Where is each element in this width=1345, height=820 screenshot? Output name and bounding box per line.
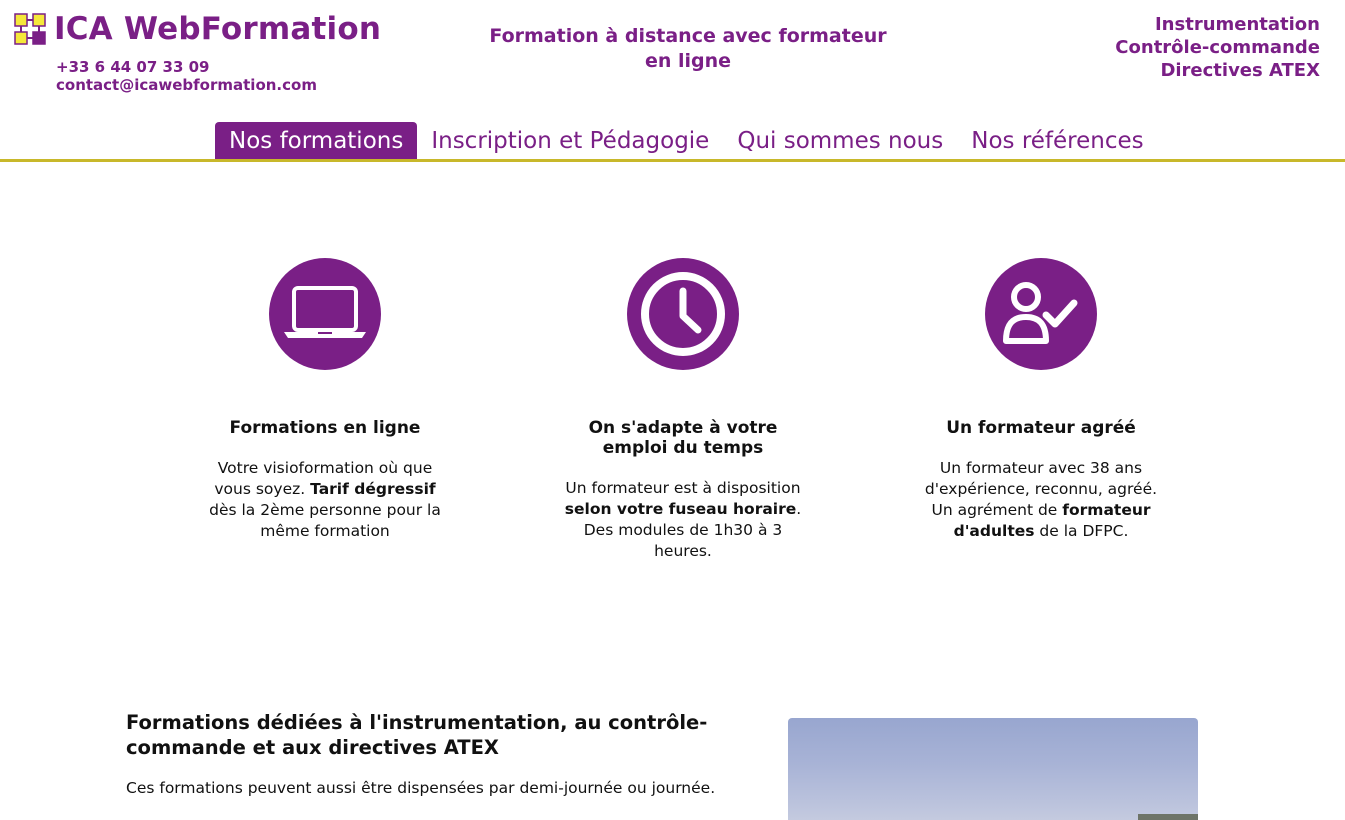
- nav-item-nos-references[interactable]: Nos références: [957, 122, 1157, 159]
- dedicated-trainings-section: Formations dédiées à l'instrumentation, …: [126, 710, 776, 799]
- industrial-photo: [788, 718, 1198, 820]
- domain-controle-commande: Contrôle-commande: [1115, 37, 1320, 58]
- feature-text-part: Un formateur est à disposition: [565, 479, 801, 497]
- feature-description: Un formateur est à disposition selon vot…: [558, 478, 808, 562]
- tagline-line-2: en ligne: [644, 50, 732, 72]
- feature-text-part: Un agrément de: [931, 501, 1063, 519]
- logo-text: ICA WebFormation: [54, 11, 382, 47]
- feature-description: Votre visioformation où que vous soyez. …: [200, 458, 450, 542]
- nav-item-qui-sommes-nous[interactable]: Qui sommes nous: [723, 122, 957, 159]
- laptop-icon: [284, 286, 366, 338]
- feature-text-line: Des modules de 1h30 à 3 heures.: [583, 521, 783, 560]
- feature-title: Formations en ligne: [229, 418, 421, 438]
- feature-text-bold: Tarif dégressif: [310, 480, 436, 498]
- nav-item-nos-formations[interactable]: Nos formations: [215, 122, 418, 159]
- feature-schedule: On s'adapte à votre emploi du temps Un f…: [558, 258, 808, 562]
- feature-text-line: Un formateur avec 38 ans d'expérience, r…: [924, 459, 1158, 498]
- email-link[interactable]: contact@icawebformation.com: [56, 76, 317, 94]
- feature-icon-circle: [269, 258, 381, 370]
- tagline-line-1: Formation à distance avec formateur: [489, 25, 887, 47]
- domain-atex: Directives ATEX: [1160, 60, 1320, 81]
- logo[interactable]: ICA WebFormation: [14, 11, 381, 47]
- tagline: Formation à distance avec formateur en l…: [488, 24, 888, 74]
- feature-online: Formations en ligne Votre visioformation…: [200, 258, 450, 542]
- domain-instrumentation: Instrumentation: [1154, 14, 1320, 35]
- feature-text-bold: selon votre fuseau horaire: [564, 500, 797, 518]
- feature-certified-trainer: Un formateur agréé Un formateur avec 38 …: [916, 258, 1166, 542]
- feature-text-line: Un formateur est à disposition selon vot…: [558, 478, 808, 520]
- feature-title: Un formateur agréé: [946, 418, 1136, 438]
- main-nav: Nos formations Inscription et Pédagogie …: [215, 122, 1158, 159]
- feature-text-part: .: [796, 500, 802, 518]
- photo-structure-detail: [1138, 814, 1198, 820]
- domains-list: Instrumentation Contrôle-commande Direct…: [1115, 13, 1320, 82]
- feature-icon-circle: [985, 258, 1097, 370]
- feature-text-line: Un agrément de formateur d'adultes de la…: [916, 500, 1166, 542]
- site-header: ICA WebFormation +33 6 44 07 33 09 conta…: [0, 0, 1345, 162]
- user-check-icon: [1003, 282, 1078, 344]
- nav-item-inscription-pedagogie[interactable]: Inscription et Pédagogie: [417, 122, 723, 159]
- feature-text-part: dès la 2ème personne pour la même format…: [209, 501, 441, 540]
- section-title: Formations dédiées à l'instrumentation, …: [126, 711, 708, 759]
- feature-text-part: de la DFPC.: [1034, 522, 1129, 540]
- contact-info: +33 6 44 07 33 09 contact@icawebformatio…: [56, 58, 317, 94]
- feature-title: On s'adapte à votre emploi du temps: [588, 418, 778, 458]
- logo-icon: [14, 13, 46, 45]
- phone-link[interactable]: +33 6 44 07 33 09: [56, 58, 317, 76]
- feature-icon-circle: [627, 258, 739, 370]
- features-section: Formations en ligne Votre visioformation…: [0, 258, 1345, 598]
- section-subtitle: Ces formations peuvent aussi être dispen…: [126, 779, 716, 797]
- feature-description: Un formateur avec 38 ans d'expérience, r…: [916, 458, 1166, 542]
- clock-icon: [641, 272, 725, 356]
